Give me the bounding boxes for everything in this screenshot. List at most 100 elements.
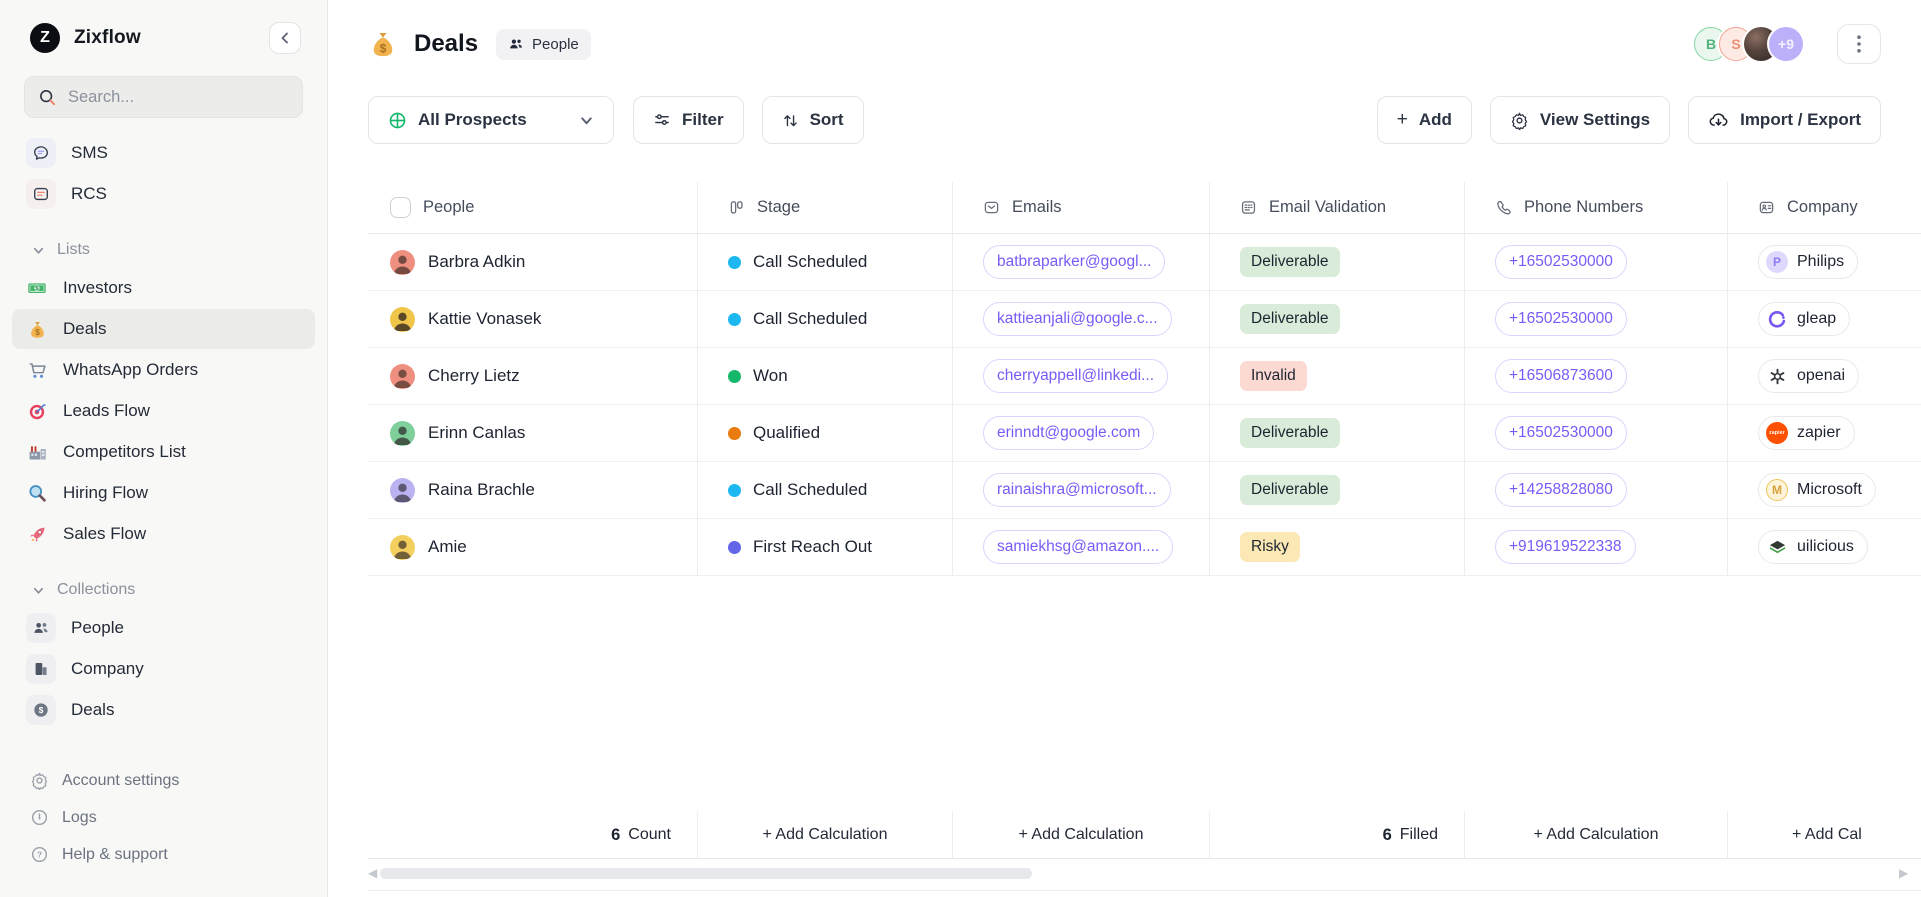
collaborator-avatars[interactable]: B S +9 bbox=[1694, 27, 1803, 61]
column-header-email-validation[interactable]: Email Validation bbox=[1210, 182, 1465, 234]
table-row-cell-stage[interactable]: Won bbox=[698, 348, 953, 405]
sidebar-item-company[interactable]: Company bbox=[12, 649, 315, 689]
sidebar-item-hiring-flow[interactable]: Hiring Flow bbox=[12, 473, 315, 513]
phone-pill[interactable]: +919619522338 bbox=[1495, 530, 1636, 564]
table-row-cell-phone[interactable]: +16502530000 bbox=[1465, 291, 1728, 348]
table-row-cell-company[interactable]: P Philips bbox=[1728, 234, 1921, 291]
table-row-cell-email[interactable]: kattieanjali@google.c... bbox=[953, 291, 1210, 348]
scroll-right-arrow-icon[interactable]: ▶ bbox=[1899, 867, 1908, 880]
column-header-stage[interactable]: Stage bbox=[698, 182, 953, 234]
phone-pill[interactable]: +16502530000 bbox=[1495, 245, 1627, 279]
table-row-cell-phone[interactable]: +16506873600 bbox=[1465, 348, 1728, 405]
company-pill[interactable]: M Microsoft bbox=[1758, 473, 1876, 507]
table-row-cell-email[interactable]: batbraparker@googl... bbox=[953, 234, 1210, 291]
column-header-company[interactable]: Company bbox=[1728, 182, 1921, 234]
table-row-cell-people[interactable]: Amie bbox=[368, 519, 698, 576]
footer-add-calculation-emails[interactable]: + Add Calculation bbox=[953, 812, 1210, 859]
footer-count-cell[interactable]: 6 Count bbox=[368, 812, 698, 859]
table-row-cell-email[interactable]: rainaishra@microsoft... bbox=[953, 462, 1210, 519]
filter-button[interactable]: Filter bbox=[633, 96, 744, 144]
table-row-cell-company[interactable]: openai bbox=[1728, 348, 1921, 405]
search-input[interactable]: Search... bbox=[24, 76, 303, 118]
email-pill[interactable]: rainaishra@microsoft... bbox=[983, 473, 1171, 507]
table-row-cell-email[interactable]: samiekhsg@amazon.... bbox=[953, 519, 1210, 576]
company-pill[interactable]: P Philips bbox=[1758, 245, 1858, 279]
footer-filled-cell[interactable]: 6 Filled bbox=[1210, 812, 1465, 859]
sort-button[interactable]: Sort bbox=[762, 96, 864, 144]
table-row-cell-phone[interactable]: +16502530000 bbox=[1465, 405, 1728, 462]
table-row-cell-stage[interactable]: First Reach Out bbox=[698, 519, 953, 576]
table-row-cell-company[interactable]: uilicious bbox=[1728, 519, 1921, 576]
table-row-cell-people[interactable]: Erinn Canlas bbox=[368, 405, 698, 462]
table-row-cell-validation[interactable]: Invalid bbox=[1210, 348, 1465, 405]
phone-pill[interactable]: +16506873600 bbox=[1495, 359, 1627, 393]
company-pill[interactable]: openai bbox=[1758, 359, 1859, 393]
table-row-cell-validation[interactable]: Risky bbox=[1210, 519, 1465, 576]
sidebar-section-collections[interactable]: Collections bbox=[32, 581, 327, 599]
sidebar-collapse-button[interactable] bbox=[269, 22, 301, 54]
table-row-cell-company[interactable]: gleap bbox=[1728, 291, 1921, 348]
table-row-cell-email[interactable]: cherryappell@linkedi... bbox=[953, 348, 1210, 405]
sidebar-item-deals-collection[interactable]: $ Deals bbox=[12, 690, 315, 730]
email-pill[interactable]: batbraparker@googl... bbox=[983, 245, 1165, 279]
scrollbar-track[interactable] bbox=[380, 867, 1896, 880]
email-pill[interactable]: samiekhsg@amazon.... bbox=[983, 530, 1173, 564]
scroll-left-arrow-icon[interactable]: ◀ bbox=[368, 867, 377, 880]
footer-add-calculation-phone[interactable]: + Add Calculation bbox=[1465, 812, 1728, 859]
scrollbar-thumb[interactable] bbox=[380, 868, 1032, 879]
import-export-button[interactable]: Import / Export bbox=[1688, 96, 1881, 144]
table-row-cell-stage[interactable]: Call Scheduled bbox=[698, 462, 953, 519]
select-all-checkbox[interactable] bbox=[390, 197, 411, 218]
column-header-people[interactable]: People bbox=[368, 182, 698, 234]
more-options-button[interactable] bbox=[1837, 24, 1881, 64]
sidebar-item-sales-flow[interactable]: Sales Flow bbox=[12, 514, 315, 554]
sidebar-item-help-support[interactable]: ? Help & support bbox=[0, 836, 327, 873]
sidebar-item-people[interactable]: People bbox=[12, 608, 315, 648]
sidebar-item-investors[interactable]: $ Investors bbox=[12, 268, 315, 308]
table-row-cell-validation[interactable]: Deliverable bbox=[1210, 291, 1465, 348]
table-row-cell-phone[interactable]: +919619522338 bbox=[1465, 519, 1728, 576]
sidebar-section-lists[interactable]: Lists bbox=[32, 241, 327, 259]
table-row-cell-people[interactable]: Barbra Adkin bbox=[368, 234, 698, 291]
table-row-cell-phone[interactable]: +16502530000 bbox=[1465, 234, 1728, 291]
horizontal-scrollbar[interactable]: ◀ ▶ bbox=[368, 866, 1908, 881]
column-header-phone-numbers[interactable]: Phone Numbers bbox=[1465, 182, 1728, 234]
table-row-cell-company[interactable]: M Microsoft bbox=[1728, 462, 1921, 519]
sidebar-item-deals[interactable]: $ Deals bbox=[12, 309, 315, 349]
table-row-cell-company[interactable]: zapier zapier bbox=[1728, 405, 1921, 462]
table-row-cell-email[interactable]: erinndt@google.com bbox=[953, 405, 1210, 462]
phone-pill[interactable]: +16502530000 bbox=[1495, 302, 1627, 336]
sidebar-item-competitors-list[interactable]: Competitors List bbox=[12, 432, 315, 472]
sidebar-item-logs[interactable]: Logs bbox=[0, 799, 327, 836]
view-selector-dropdown[interactable]: All Prospects bbox=[368, 96, 614, 144]
email-pill[interactable]: kattieanjali@google.c... bbox=[983, 302, 1172, 336]
table-row-cell-people[interactable]: Cherry Lietz bbox=[368, 348, 698, 405]
table-row-cell-phone[interactable]: +14258828080 bbox=[1465, 462, 1728, 519]
email-pill[interactable]: cherryappell@linkedi... bbox=[983, 359, 1168, 393]
footer-add-calculation-stage[interactable]: + Add Calculation bbox=[698, 812, 953, 859]
phone-pill[interactable]: +16502530000 bbox=[1495, 416, 1627, 450]
collection-type-badge[interactable]: People bbox=[496, 29, 591, 60]
avatar-overflow-count[interactable]: +9 bbox=[1769, 27, 1803, 61]
sidebar-item-whatsapp-orders[interactable]: WhatsApp Orders bbox=[12, 350, 315, 390]
footer-add-calculation-company[interactable]: + Add Cal bbox=[1728, 812, 1921, 859]
table-row-cell-people[interactable]: Raina Brachle bbox=[368, 462, 698, 519]
table-row-cell-stage[interactable]: Call Scheduled bbox=[698, 291, 953, 348]
column-header-emails[interactable]: Emails bbox=[953, 182, 1210, 234]
phone-pill[interactable]: +14258828080 bbox=[1495, 473, 1627, 507]
company-pill[interactable]: zapier zapier bbox=[1758, 416, 1855, 450]
sidebar-item-sms[interactable]: SMS bbox=[12, 133, 315, 173]
table-row-cell-validation[interactable]: Deliverable bbox=[1210, 234, 1465, 291]
company-pill[interactable]: uilicious bbox=[1758, 530, 1868, 564]
email-pill[interactable]: erinndt@google.com bbox=[983, 416, 1154, 450]
view-settings-button[interactable]: View Settings bbox=[1490, 96, 1670, 144]
table-row-cell-stage[interactable]: Call Scheduled bbox=[698, 234, 953, 291]
sidebar-item-leads-flow[interactable]: Leads Flow bbox=[12, 391, 315, 431]
add-record-button[interactable]: + Add bbox=[1377, 96, 1472, 144]
sidebar-item-account-settings[interactable]: Account settings bbox=[0, 762, 327, 799]
table-row-cell-validation[interactable]: Deliverable bbox=[1210, 462, 1465, 519]
table-row-cell-stage[interactable]: Qualified bbox=[698, 405, 953, 462]
table-row-cell-people[interactable]: Kattie Vonasek bbox=[368, 291, 698, 348]
sidebar-item-rcs[interactable]: RCS bbox=[12, 174, 315, 214]
company-pill[interactable]: gleap bbox=[1758, 302, 1850, 336]
